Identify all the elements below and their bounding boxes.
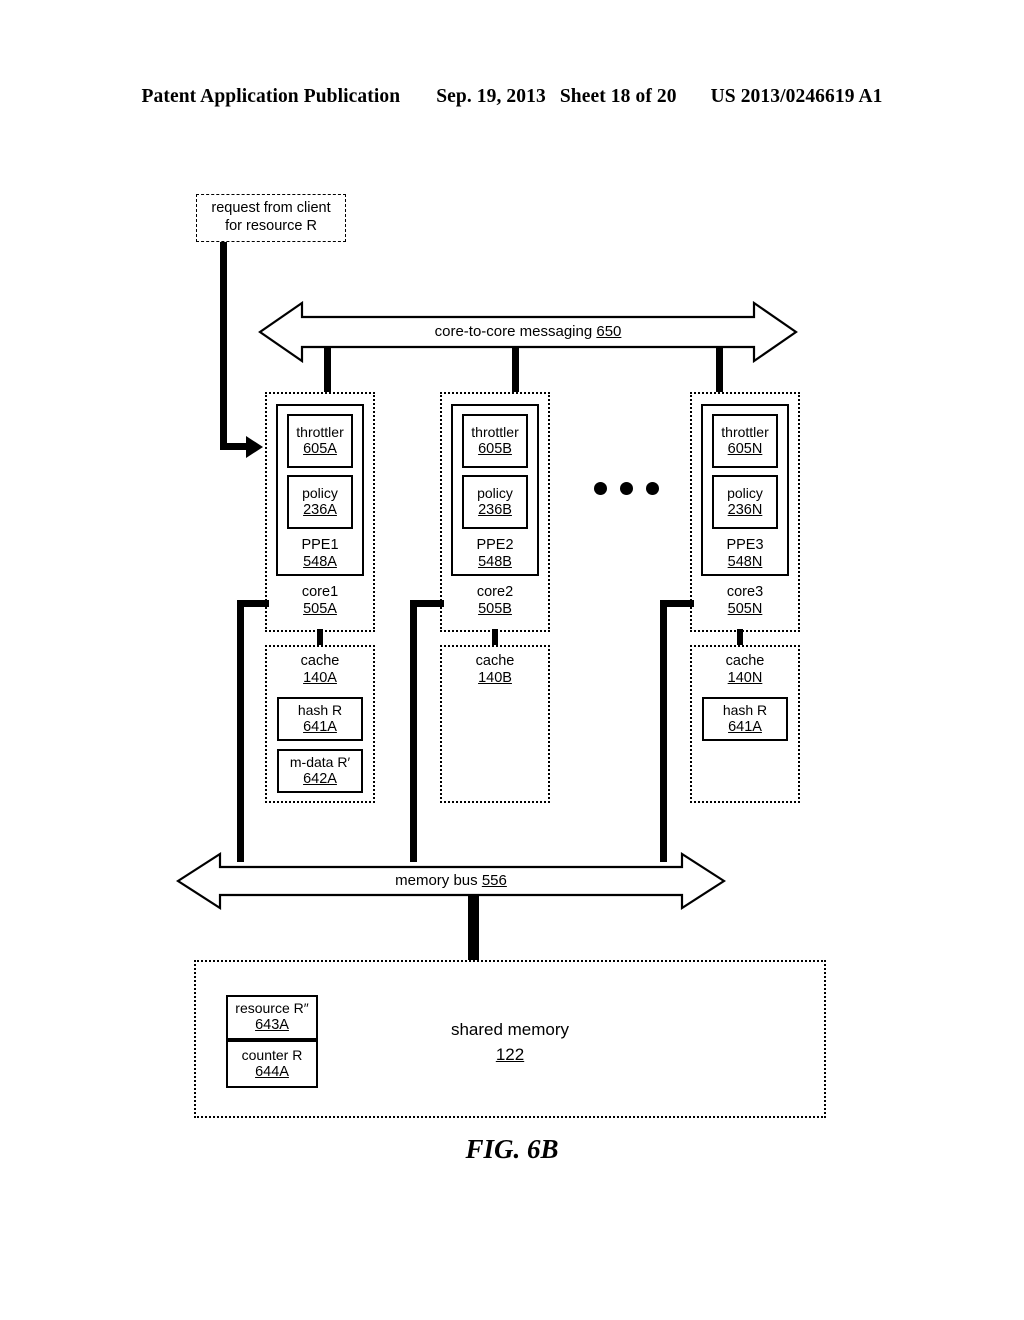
request-connector-horizontal — [220, 443, 246, 450]
header-patent-number: US 2013/0246619 A1 — [710, 86, 883, 107]
ellipsis-indicator — [594, 482, 659, 495]
request-connector-vertical — [220, 242, 227, 450]
cache-entry-hash-r-3: hash R 641A — [702, 697, 788, 741]
request-box-line1: request from client — [211, 200, 331, 217]
cache-entry-label-3-0: hash R — [722, 701, 768, 718]
shared-memory-entry-ref-0: 643A — [255, 1017, 289, 1034]
core1-bus-connector-vertical — [237, 600, 244, 862]
memory-bus-shared-memory-connector — [468, 894, 479, 962]
policy-label-2: policy — [477, 484, 513, 501]
cache-ref-1: 140A — [303, 670, 337, 686]
shared-memory-entry-label-0: resource R″ — [235, 1000, 309, 1017]
throttler-box-3: throttler 605N — [712, 414, 778, 468]
throttler-label-1: throttler — [296, 423, 344, 440]
policy-ref-1: 236A — [303, 501, 337, 518]
cache-entry-label-1-1: m-data R′ — [289, 753, 351, 770]
ellipsis-dot-2 — [620, 482, 633, 495]
throttler-box-2: throttler 605B — [462, 414, 528, 468]
cache-entry-ref-3-0: 641A — [728, 718, 762, 735]
ppe-label-1: PPE1 — [301, 537, 339, 553]
memory-bus: memory bus 556 — [176, 852, 726, 910]
cache-label-3: cache — [725, 653, 765, 669]
policy-box-3: policy 236N — [712, 475, 778, 529]
core3-bus-connector-vertical — [660, 600, 667, 862]
policy-label-3: policy — [727, 484, 763, 501]
cache-entry-label-1-0: hash R — [297, 701, 343, 718]
ppe-ref-1: 548A — [303, 554, 337, 570]
ellipsis-dot-1 — [594, 482, 607, 495]
core-label-3: core3 — [726, 584, 764, 600]
throttler-box-1: throttler 605A — [287, 414, 353, 468]
cache-ref-2: 140B — [478, 670, 512, 686]
core-ref-3: 505N — [727, 601, 763, 617]
header-date: Sep. 19, 2013 — [436, 86, 546, 107]
figure-caption: FIG. 6B — [465, 1134, 559, 1164]
request-box-line2: for resource R — [225, 218, 317, 234]
policy-ref-2: 236B — [478, 501, 512, 518]
throttler-label-2: throttler — [471, 423, 519, 440]
core2-bus-connector-vertical — [410, 600, 417, 862]
bus-stub-core1 — [324, 347, 331, 393]
core-label-1: core1 — [301, 584, 339, 600]
shared-memory-entry-ref-1: 644A — [255, 1063, 289, 1080]
ppe-label-3: PPE3 — [726, 537, 764, 553]
request-arrowhead-icon — [246, 435, 263, 458]
ppe-label-2: PPE2 — [476, 537, 514, 553]
cache-entry-ref-1-0: 641A — [303, 718, 337, 735]
shared-memory-label-group: shared memory 122 — [400, 1018, 620, 1067]
policy-box-1: policy 236A — [287, 475, 353, 529]
memory-bus-label: memory bus 556 — [395, 872, 507, 889]
policy-box-2: policy 236B — [462, 475, 528, 529]
ellipsis-dot-3 — [646, 482, 659, 495]
shared-memory-ref: 122 — [495, 1044, 525, 1064]
throttler-ref-3: 605N — [727, 440, 763, 457]
header-publication: Patent Application Publication — [141, 86, 401, 107]
bus-stub-core2 — [512, 347, 519, 393]
throttler-ref-2: 605B — [478, 440, 512, 457]
throttler-label-3: throttler — [721, 423, 769, 440]
core-ref-1: 505A — [303, 601, 337, 617]
core-to-core-bus-label: core-to-core messaging 650 — [434, 323, 622, 340]
ppe-ref-3: 548N — [727, 554, 763, 570]
patent-figure-page: Patent Application Publication Sep. 19, … — [0, 0, 1024, 1320]
publication-header: Patent Application Publication Sep. 19, … — [0, 86, 1024, 108]
policy-ref-3: 236N — [727, 501, 763, 518]
shared-memory-entry-resource-r: resource R″ 643A — [226, 995, 318, 1040]
throttler-ref-1: 605A — [303, 440, 337, 457]
shared-memory-label: shared memory — [450, 1020, 570, 1039]
shared-memory-entry-label-1: counter R — [241, 1046, 303, 1063]
ppe-ref-2: 548B — [478, 554, 512, 570]
bus-stub-core3 — [716, 347, 723, 393]
cache-entry-ref-1-1: 642A — [303, 770, 337, 787]
core-label-2: core2 — [476, 584, 514, 600]
core-ref-2: 505B — [478, 601, 512, 617]
cache-label-2: cache — [475, 653, 515, 669]
header-sheet: Sheet 18 of 20 — [559, 86, 677, 107]
shared-memory-entry-counter-r: counter R 644A — [226, 1040, 318, 1088]
request-from-client-box: request from client for resource R — [196, 194, 346, 242]
policy-label-1: policy — [302, 484, 338, 501]
cache-entry-hash-r-1: hash R 641A — [277, 697, 363, 741]
cache-ref-3: 140N — [727, 670, 763, 686]
cache-label-1: cache — [300, 653, 340, 669]
cache-entry-m-data-1: m-data R′ 642A — [277, 749, 363, 793]
